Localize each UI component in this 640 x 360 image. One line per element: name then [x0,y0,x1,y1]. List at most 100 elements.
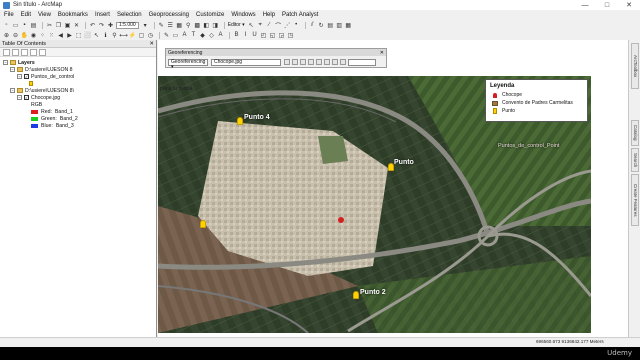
find-icon[interactable]: ⚲ [111,32,118,39]
attributes-icon[interactable]: ▤ [327,22,334,29]
menu-insert[interactable]: Insert [95,12,110,18]
catalog-tab[interactable]: Catalog [631,120,639,146]
menu-selection[interactable]: Selection [117,12,142,18]
flicker-icon[interactable]: ◲ [278,32,285,39]
point-icon[interactable]: • [293,22,300,29]
time-slider-icon[interactable]: ◷ [147,32,154,39]
tree-row-raster[interactable]: − ✓ Chocope.jpg [0,94,156,101]
collapse-icon[interactable]: − [10,67,15,72]
effects-icon[interactable]: ◳ [287,32,294,39]
paste-icon[interactable]: ▣ [64,22,71,29]
full-extent-icon[interactable]: ◉ [30,32,37,39]
split-tool-icon[interactable]: ⫽ [309,22,316,29]
font-icon[interactable]: T [190,32,197,39]
swipe-icon[interactable]: ◱ [269,32,276,39]
scale-icon[interactable] [300,59,306,65]
auto-registration-icon[interactable] [324,59,330,65]
menu-patch-analyst[interactable]: Patch Analyst [282,12,318,18]
tree-row-folder[interactable]: − D:\usiere\UJESON 8\ [0,87,156,94]
go-back-icon[interactable]: ◀ [57,32,64,39]
line-color-icon[interactable]: ◇ [208,32,215,39]
select-features-icon[interactable]: ⬚ [75,32,82,39]
table-of-contents-icon[interactable]: ☰ [167,22,174,29]
fixed-zoom-out-icon[interactable]: ⁙ [48,32,55,39]
edit-annotation-icon[interactable]: ⌖ [257,22,264,29]
create-features-icon[interactable]: ▦ [345,22,352,29]
tree-row-layers[interactable]: − Layers [0,59,156,66]
copy-icon[interactable]: ❐ [55,22,62,29]
list-by-source-icon[interactable] [12,48,19,56]
python-icon[interactable]: ◧ [203,22,210,29]
menu-customize[interactable]: Customize [196,12,224,18]
yellow-pin-icon[interactable] [200,220,206,228]
collapse-icon[interactable]: − [3,60,8,65]
delete-icon[interactable]: ✕ [73,22,80,29]
map-scale-input[interactable]: 1:5.000 [116,21,139,29]
italic-icon[interactable]: I [242,32,249,39]
yellow-pin-icon[interactable] [353,291,359,299]
add-data-icon[interactable]: ✚ [107,22,114,29]
font-color-icon[interactable]: A [217,32,224,39]
map-legend[interactable]: Leyenda Chocope Convento de Padres Carme… [485,79,588,122]
collapse-icon[interactable]: − [17,74,22,79]
catalog-icon[interactable]: ▦ [176,22,183,29]
layer-select[interactable]: Chocope.jpg [211,58,281,66]
sketch-properties-icon[interactable]: ▥ [336,22,343,29]
menu-view[interactable]: View [38,12,51,18]
draw-icon[interactable]: ✎ [163,32,170,39]
rotate-icon[interactable] [284,59,290,65]
list-by-visibility-icon[interactable] [21,48,28,56]
scale-dropdown-icon[interactable]: ▾ [142,22,149,29]
menu-geoprocessing[interactable]: Geoprocessing [149,12,189,18]
tree-row-folder[interactable]: − D:\usiere\UJESON 8 [0,66,156,73]
editor-toolbar-icon[interactable]: ✎ [158,22,165,29]
text-icon[interactable]: A [181,32,188,39]
open-icon[interactable]: ▭ [12,22,19,29]
search-tab[interactable]: Search [631,148,639,172]
minimize-button[interactable]: — [574,0,596,10]
pan-icon[interactable]: ✋ [21,32,28,39]
rectangle-icon[interactable]: ▭ [172,32,179,39]
undo-icon[interactable]: ↶ [89,22,96,29]
print-icon[interactable]: ▤ [30,22,37,29]
maximize-button[interactable]: □ [596,0,618,10]
search-icon[interactable]: ⚲ [185,22,192,29]
rotation-input[interactable] [348,58,376,66]
save-icon[interactable]: ▪ [21,22,28,29]
update-georeferencing-icon[interactable] [340,59,346,65]
edit-tool-icon[interactable]: ↖ [248,22,255,29]
underline-icon[interactable]: U [251,32,258,39]
menu-help[interactable]: Help [263,12,275,18]
hyperlink-icon[interactable]: ⚡ [129,32,136,39]
toc-close-button[interactable]: ✕ [149,41,154,47]
editor-menu[interactable]: Editor ▾ [228,22,245,29]
close-icon[interactable]: ✕ [380,50,384,56]
list-by-selection-icon[interactable] [30,48,37,56]
close-button[interactable]: ✕ [618,0,640,10]
straight-segment-icon[interactable]: ∕ [266,22,273,29]
cut-icon[interactable]: ✂ [46,22,53,29]
bold-icon[interactable]: B [233,32,240,39]
html-popup-icon[interactable]: ▢ [138,32,145,39]
fill-color-icon[interactable]: ◆ [199,32,206,39]
select-elements-icon[interactable]: ↖ [93,32,100,39]
tree-row-puntos[interactable]: − ✓ Puntos_de_control [0,73,156,80]
fixed-zoom-in-icon[interactable]: ⁘ [39,32,46,39]
model-builder-icon[interactable]: ◨ [212,22,219,29]
arctoolbox-icon[interactable]: ▩ [194,22,201,29]
go-forward-icon[interactable]: ▶ [66,32,73,39]
view-link-table-icon[interactable] [316,59,322,65]
trace-icon[interactable]: ⋰ [284,22,291,29]
new-document-icon[interactable]: ▫ [3,22,10,29]
yellow-pin-icon[interactable] [237,117,243,125]
shift-icon[interactable] [292,59,298,65]
georeferencing-menu[interactable]: Georeferencing ▾ [168,58,208,69]
endpoint-arc-icon[interactable]: ⌒ [275,22,282,30]
layer-icon[interactable]: ◰ [260,32,267,39]
identify-icon[interactable]: ℹ [102,32,109,39]
menu-bookmarks[interactable]: Bookmarks [58,12,88,18]
menu-edit[interactable]: Edit [21,12,31,18]
collapse-icon[interactable]: − [10,88,15,93]
visibility-checkbox[interactable]: ✓ [24,74,29,79]
create-features-tab[interactable]: Create Features [631,174,639,226]
